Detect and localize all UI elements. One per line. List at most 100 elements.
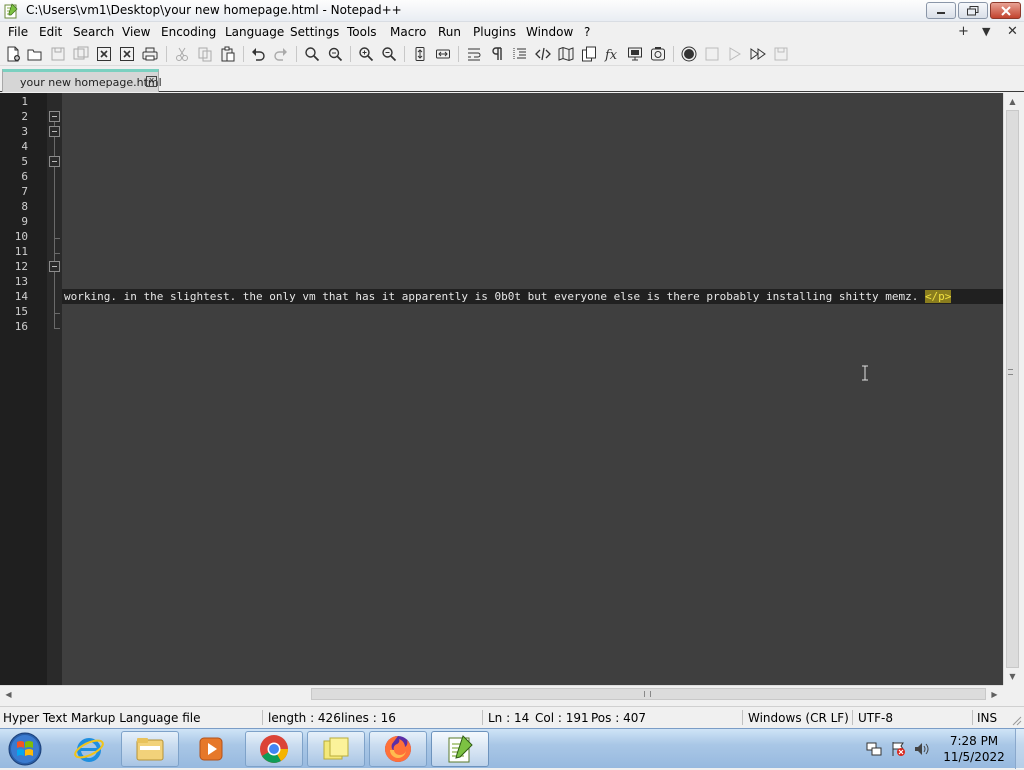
- resize-grip-icon[interactable]: [1012, 716, 1022, 726]
- paste-button[interactable]: [219, 45, 237, 63]
- horizontal-scroll-thumb[interactable]: [311, 688, 986, 700]
- status-lines: lines : 16: [341, 711, 396, 725]
- menu-search[interactable]: Search: [73, 25, 114, 39]
- undo-button[interactable]: [249, 45, 267, 63]
- action-center-icon[interactable]: [890, 741, 906, 757]
- open-file-button[interactable]: [26, 45, 44, 63]
- status-eol-format[interactable]: Windows (CR LF): [748, 711, 849, 725]
- clock-time: 7:28 PM: [949, 734, 999, 748]
- status-insert-mode[interactable]: INS: [977, 711, 997, 725]
- monitoring-button[interactable]: [649, 45, 667, 63]
- menu-settings[interactable]: Settings: [290, 25, 339, 39]
- system-clock[interactable]: 7:28 PM 11/5/2022: [940, 733, 1008, 765]
- show-all-characters-button[interactable]: [488, 45, 506, 63]
- new-file-button[interactable]: [4, 45, 22, 63]
- scroll-up-arrow[interactable]: ▲: [1004, 93, 1021, 110]
- vertical-scrollbar[interactable]: ▲ ▼: [1003, 93, 1020, 685]
- cut-button[interactable]: [173, 45, 191, 63]
- menu-language[interactable]: Language: [225, 25, 284, 39]
- taskbar-internet-explorer[interactable]: [60, 731, 118, 767]
- menu-file[interactable]: File: [8, 25, 28, 39]
- editor[interactable]: 1 2 3 4 5 6 7 8 9 10 11 12 13 14 15 16 working. in the …: [0, 93, 1020, 685]
- line-number: 1: [21, 95, 28, 108]
- replace-button[interactable]: [326, 45, 344, 63]
- fold-toggle-icon[interactable]: [49, 126, 60, 137]
- scroll-down-arrow[interactable]: ▼: [1004, 668, 1021, 685]
- record-macro-button[interactable]: [680, 45, 698, 63]
- scroll-right-arrow[interactable]: ▶: [986, 686, 1003, 703]
- horizontal-scrollbar[interactable]: ◀ ▶: [0, 685, 1003, 702]
- find-button[interactable]: [303, 45, 321, 63]
- menu-plugins[interactable]: Plugins: [473, 25, 516, 39]
- fold-toggle-icon[interactable]: [49, 156, 60, 167]
- menu-run[interactable]: Run: [438, 25, 461, 39]
- redo-button[interactable]: [272, 45, 290, 63]
- tab-close-button[interactable]: x: [146, 76, 157, 87]
- menu-tools[interactable]: Tools: [347, 25, 377, 39]
- playback-button[interactable]: [726, 45, 744, 63]
- taskbar-windows-explorer[interactable]: [121, 731, 179, 767]
- zoom-in-button[interactable]: [357, 45, 375, 63]
- save-all-button[interactable]: [72, 45, 90, 63]
- restore-icon: [967, 5, 979, 15]
- minimize-button[interactable]: [926, 2, 956, 19]
- menu-help[interactable]: ?: [584, 25, 590, 39]
- menu-window[interactable]: Window: [526, 25, 573, 39]
- vertical-scroll-thumb[interactable]: [1006, 110, 1019, 668]
- menu-macro[interactable]: Macro: [390, 25, 426, 39]
- sync-vertical-button[interactable]: [411, 45, 429, 63]
- function-list-button[interactable]: fx: [603, 45, 621, 63]
- close-document-button[interactable]: ✕: [1007, 24, 1018, 39]
- menu-view[interactable]: View: [122, 25, 150, 39]
- taskbar-notepad-plus-plus[interactable]: [431, 731, 489, 767]
- zoom-out-button[interactable]: [380, 45, 398, 63]
- taskbar-media-player[interactable]: [182, 731, 240, 767]
- save-macro-button[interactable]: [772, 45, 790, 63]
- menu-encoding[interactable]: Encoding: [161, 25, 216, 39]
- restore-button[interactable]: [958, 2, 988, 19]
- tab-your-new-homepage[interactable]: your new homepage.html x: [2, 69, 162, 92]
- zoom-out-icon: [382, 47, 397, 62]
- fold-toggle-icon[interactable]: [49, 111, 60, 122]
- word-wrap-button[interactable]: [465, 45, 483, 63]
- taskbar-sticky-notes[interactable]: [307, 731, 365, 767]
- tab-label: your new homepage.html: [20, 76, 162, 89]
- line-number: 11: [14, 245, 28, 258]
- record-macro-icon: [681, 46, 697, 62]
- document-map-button[interactable]: [557, 45, 575, 63]
- save-button[interactable]: [49, 45, 67, 63]
- menu-edit[interactable]: Edit: [39, 25, 62, 39]
- new-tab-button[interactable]: +: [958, 24, 969, 39]
- taskbar-firefox[interactable]: [369, 731, 427, 767]
- stop-recording-button[interactable]: [703, 45, 721, 63]
- taskbar: 7:28 PM 11/5/2022: [0, 728, 1024, 769]
- indent-guide-button[interactable]: [511, 45, 529, 63]
- close-all-button[interactable]: [118, 45, 136, 63]
- show-desktop-button[interactable]: [1015, 729, 1024, 769]
- user-defined-language-button[interactable]: [534, 45, 552, 63]
- document-list-button[interactable]: [580, 45, 598, 63]
- tab-list-button[interactable]: ▼: [982, 25, 990, 38]
- sync-horizontal-button[interactable]: [434, 45, 452, 63]
- start-button[interactable]: [4, 731, 46, 767]
- status-encoding[interactable]: UTF-8: [858, 711, 893, 725]
- close-button[interactable]: [95, 45, 113, 63]
- save-all-icon: [73, 46, 89, 60]
- fold-guide-line: [54, 137, 55, 156]
- fold-toggle-icon[interactable]: [49, 261, 60, 272]
- code-line-14[interactable]: working. in the slightest. the only vm t…: [64, 290, 952, 303]
- taskbar-chrome[interactable]: [245, 731, 303, 767]
- text-area[interactable]: working. in the slightest. the only vm t…: [62, 93, 1003, 685]
- close-window-button[interactable]: [990, 2, 1021, 19]
- folder-as-workspace-button[interactable]: [626, 45, 644, 63]
- copy-button[interactable]: [196, 45, 214, 63]
- title-bar[interactable]: C:\Users\vm1\Desktop\your new homepage.h…: [0, 0, 1024, 22]
- line-number: 12: [14, 260, 28, 273]
- scroll-left-arrow[interactable]: ◀: [0, 686, 17, 703]
- media-player-icon: [199, 737, 223, 761]
- volume-icon[interactable]: [914, 741, 930, 757]
- print-button[interactable]: [141, 45, 159, 63]
- close-icon: [1000, 5, 1011, 16]
- network-icon[interactable]: [866, 741, 882, 757]
- run-multiple-macro-button[interactable]: [749, 45, 767, 63]
